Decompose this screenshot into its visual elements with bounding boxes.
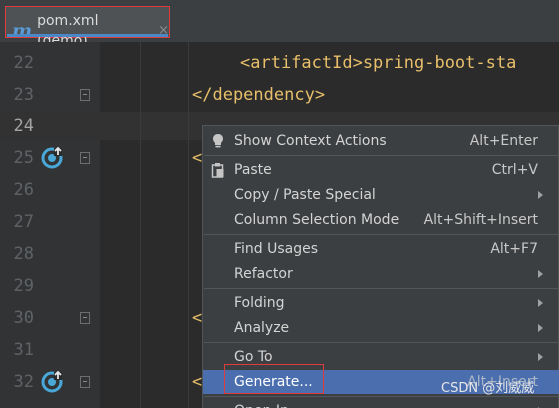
spring-run-icon[interactable]: [41, 147, 63, 169]
line-number: 30: [13, 308, 34, 328]
annotation-highlight-box: [224, 364, 324, 394]
menu-item-open-in[interactable]: Open In: [203, 399, 559, 408]
line-number: 31: [13, 340, 34, 360]
lightbulb-icon: [213, 134, 223, 148]
line-number: 27: [13, 212, 34, 232]
submenu-arrow-icon: [538, 324, 543, 332]
line-number: 24: [13, 116, 34, 136]
fold-marker-icon[interactable]: [80, 312, 90, 324]
code-line[interactable]: 22 <artifactId>spring-boot-sta: [0, 49, 559, 77]
fold-marker-icon[interactable]: [80, 89, 90, 101]
menu-item-label: Refactor: [234, 266, 293, 282]
ide-window: m pom.xml (demo) × 22 <artifactId>spring…: [0, 0, 559, 408]
menu-item-analyze[interactable]: Analyze: [203, 316, 559, 340]
line-number: 22: [13, 53, 34, 73]
maven-icon: m: [12, 20, 33, 42]
fold-marker-icon[interactable]: [80, 376, 90, 388]
code-text: <: [192, 372, 203, 392]
code-text: </dependency>: [192, 85, 326, 105]
submenu-arrow-icon: [538, 191, 543, 199]
line-number: 28: [13, 244, 34, 264]
menu-item-column-selection-mode[interactable]: Column Selection Mode Alt+Shift+Insert: [203, 208, 559, 232]
line-number: 23: [13, 85, 34, 105]
line-number: 25: [13, 148, 34, 168]
code-text: <: [192, 308, 203, 328]
menu-item-label: Column Selection Mode: [234, 212, 400, 228]
menu-separator: [204, 342, 559, 343]
close-icon[interactable]: ×: [158, 21, 169, 41]
spring-run-icon[interactable]: [41, 371, 63, 393]
menu-item-refactor[interactable]: Refactor: [203, 262, 559, 286]
menu-item-label: Find Usages: [234, 241, 319, 257]
line-number: 29: [13, 276, 34, 296]
menu-item-paste[interactable]: Paste Ctrl+V: [203, 158, 559, 182]
submenu-arrow-icon: [538, 353, 543, 361]
menu-item-folding[interactable]: Folding: [203, 291, 559, 315]
code-text: <: [192, 148, 203, 168]
clipboard-icon: [211, 163, 224, 178]
submenu-arrow-icon: [538, 299, 543, 307]
menu-item-copy-paste-special[interactable]: Copy / Paste Special: [203, 183, 559, 207]
menu-item-shortcut: Ctrl+V: [491, 162, 538, 178]
menu-separator: [204, 288, 559, 289]
menu-item-shortcut: Alt+Shift+Insert: [423, 212, 538, 228]
menu-item-shortcut: Alt+F7: [490, 241, 538, 257]
menu-item-label: Paste: [234, 162, 272, 178]
menu-item-show-context-actions[interactable]: Show Context Actions Alt+Enter: [203, 129, 559, 153]
submenu-arrow-icon: [538, 270, 543, 278]
code-text: <artifactId>spring-boot-sta: [240, 53, 517, 73]
menu-item-shortcut: Alt+Enter: [469, 133, 538, 149]
line-number: 26: [13, 180, 34, 200]
menu-separator: [204, 155, 559, 156]
active-tab-indicator: [7, 34, 168, 37]
menu-separator: [204, 234, 559, 235]
editor-tab-bar: m pom.xml (demo) ×: [0, 0, 559, 49]
menu-item-find-usages[interactable]: Find Usages Alt+F7: [203, 237, 559, 261]
line-number: 32: [13, 372, 34, 392]
watermark: CSDN @刘威威: [441, 381, 535, 396]
menu-item-label: Copy / Paste Special: [234, 187, 376, 203]
menu-item-label: Open In: [234, 399, 289, 408]
menu-item-label: Analyze: [234, 320, 290, 336]
menu-item-label: Folding: [234, 295, 285, 311]
menu-item-label: Show Context Actions: [234, 133, 387, 149]
fold-marker-icon[interactable]: [80, 152, 90, 164]
